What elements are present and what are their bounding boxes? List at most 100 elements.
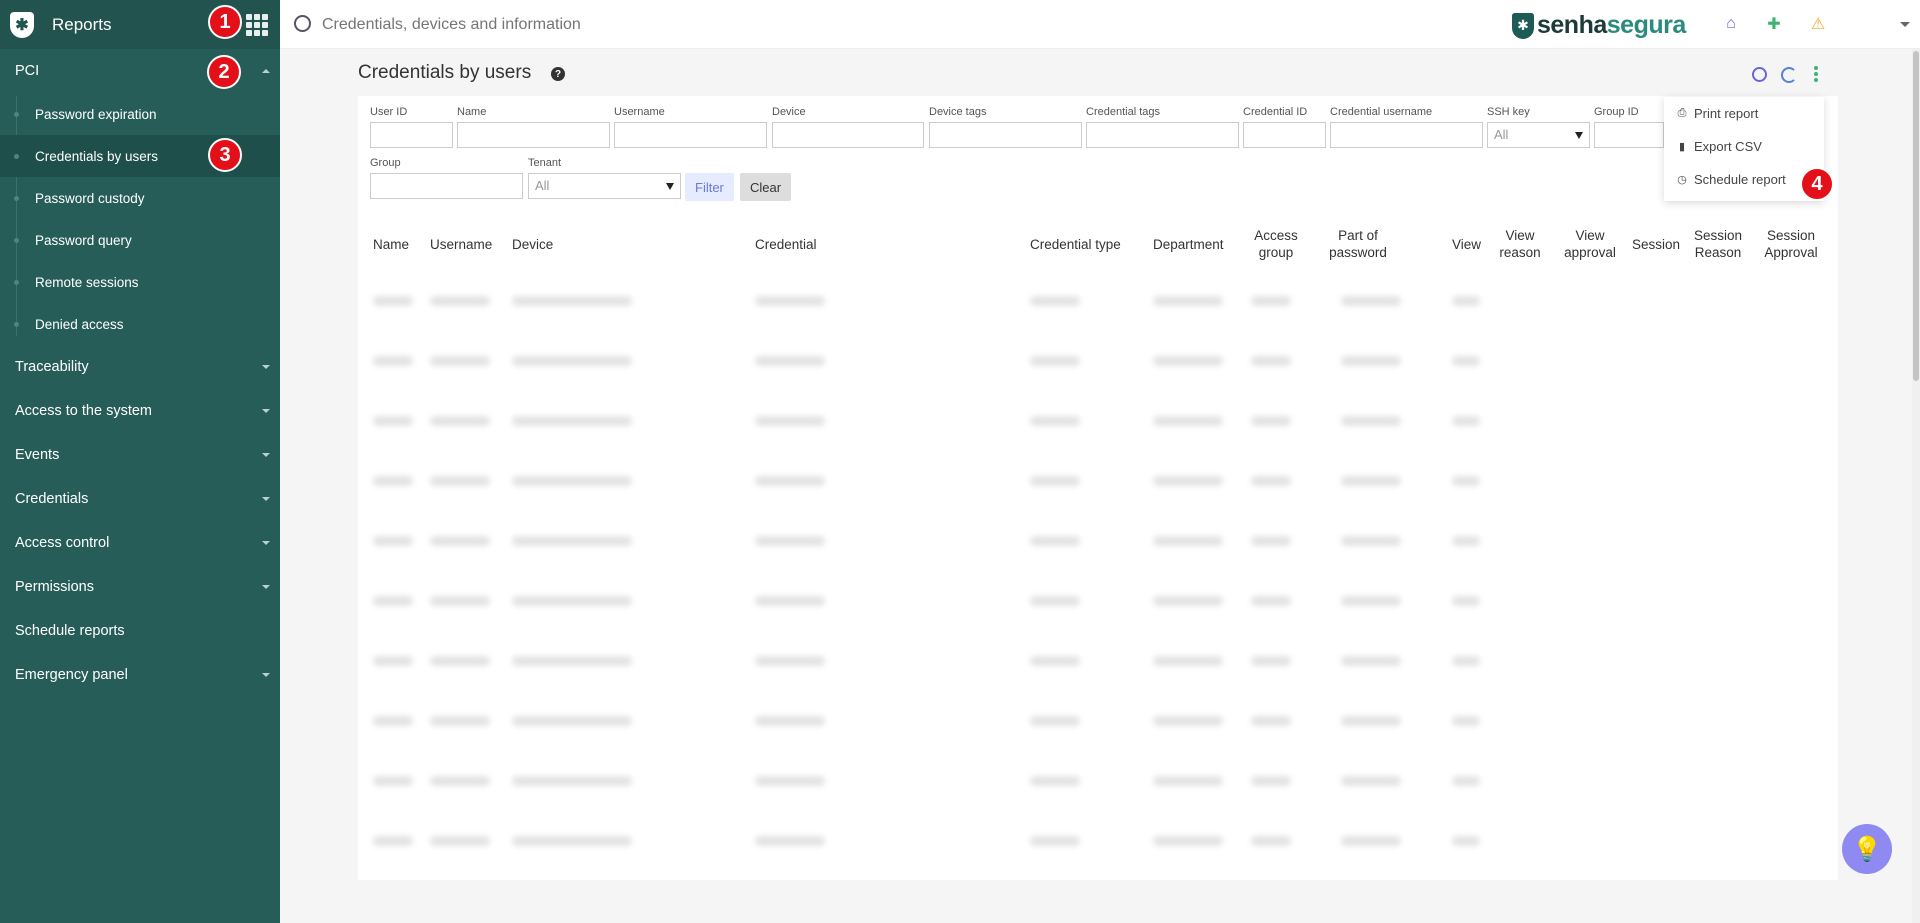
menu-item-label: Schedule report bbox=[1694, 172, 1786, 187]
group-id-field[interactable] bbox=[1594, 122, 1664, 148]
column-header[interactable]: Credential bbox=[755, 220, 817, 270]
device-tags-field[interactable] bbox=[929, 122, 1082, 148]
sidebar-item-denied-access[interactable]: Denied access bbox=[0, 303, 280, 345]
column-header[interactable]: Department bbox=[1153, 220, 1224, 270]
table-row bbox=[358, 572, 1838, 632]
print-report-item[interactable]: ⎙ Print report bbox=[1664, 97, 1824, 130]
blurred-cell bbox=[373, 476, 413, 486]
column-header[interactable]: Part of password bbox=[1321, 220, 1395, 270]
blurred-cell bbox=[1153, 476, 1223, 486]
blurred-cell bbox=[1452, 596, 1480, 606]
blurred-cell bbox=[1251, 356, 1291, 366]
blurred-cell bbox=[1153, 716, 1223, 726]
file-icon: ▮ bbox=[1678, 141, 1686, 153]
blurred-cell bbox=[755, 476, 825, 486]
lightbulb-help-icon[interactable]: 💡 bbox=[1842, 824, 1892, 874]
column-header[interactable]: Session Approval bbox=[1758, 220, 1824, 270]
column-header[interactable]: View reason bbox=[1498, 220, 1542, 270]
blurred-cell bbox=[755, 776, 825, 786]
blurred-cell bbox=[1251, 596, 1291, 606]
sidebar-section-label: Credentials bbox=[15, 491, 89, 507]
filter-label: Credential tags bbox=[1086, 106, 1160, 118]
column-header[interactable]: Device bbox=[512, 220, 553, 270]
group-field[interactable] bbox=[370, 173, 523, 199]
credential-username-field[interactable] bbox=[1330, 122, 1483, 148]
column-header[interactable]: Credential type bbox=[1030, 220, 1121, 270]
search-icon[interactable] bbox=[1752, 67, 1767, 82]
blurred-cell bbox=[512, 536, 632, 546]
page-title: Credentials by users bbox=[358, 62, 532, 83]
column-header[interactable]: Name bbox=[373, 220, 409, 270]
device-field[interactable] bbox=[772, 122, 924, 148]
blurred-cell bbox=[430, 716, 490, 726]
column-header[interactable]: Access group bbox=[1251, 220, 1301, 270]
blurred-cell bbox=[430, 356, 490, 366]
column-header[interactable]: Session bbox=[1632, 220, 1680, 270]
step-marker: 2 bbox=[207, 55, 241, 89]
step-marker: 3 bbox=[208, 138, 242, 172]
sidebar-section-traceability[interactable]: Traceability bbox=[0, 345, 280, 389]
column-header[interactable]: View approval bbox=[1558, 220, 1622, 270]
sidebar-item-remote-sessions[interactable]: Remote sessions bbox=[0, 261, 280, 303]
sidebar-item-password-custody[interactable]: Password custody bbox=[0, 177, 280, 219]
filter-group: Group bbox=[370, 157, 523, 199]
name-field[interactable] bbox=[457, 122, 610, 148]
sidebar-item-password-query[interactable]: Password query bbox=[0, 219, 280, 261]
username-field[interactable] bbox=[614, 122, 767, 148]
sidebar-item-label: Credentials by users bbox=[35, 148, 159, 164]
clear-button[interactable]: Clear bbox=[740, 173, 792, 201]
sidebar-item-label: Password custody bbox=[35, 190, 145, 206]
search-input[interactable] bbox=[320, 10, 824, 40]
column-header[interactable]: Username bbox=[430, 220, 492, 270]
sidebar-item-password-expiration[interactable]: Password expiration bbox=[0, 93, 280, 135]
help-icon[interactable]: ? bbox=[551, 67, 565, 81]
user-id-field[interactable] bbox=[370, 122, 453, 148]
sidebar-section-access-to-system[interactable]: Access to the system bbox=[0, 389, 280, 433]
credential-id-field[interactable] bbox=[1243, 122, 1326, 148]
sidebar-section-credentials[interactable]: Credentials bbox=[0, 477, 280, 521]
home-icon[interactable]: ⌂ bbox=[1721, 14, 1741, 34]
blurred-cell bbox=[1030, 476, 1080, 486]
blurred-cell bbox=[430, 656, 490, 666]
chevron-down-icon bbox=[262, 453, 270, 457]
refresh-icon[interactable] bbox=[1781, 67, 1797, 83]
blurred-cell bbox=[512, 296, 632, 306]
blurred-cell bbox=[755, 536, 825, 546]
chevron-down-icon bbox=[262, 409, 270, 413]
more-options-icon[interactable] bbox=[1813, 66, 1819, 82]
blurred-cell bbox=[755, 416, 825, 426]
filter-label: Device tags bbox=[929, 106, 987, 118]
sidebar-section-access-control[interactable]: Access control bbox=[0, 521, 280, 565]
blurred-cell bbox=[1030, 536, 1080, 546]
blurred-cell bbox=[1341, 356, 1401, 366]
blurred-cell bbox=[512, 356, 632, 366]
filter-label: Credential ID bbox=[1243, 106, 1308, 118]
blurred-cell bbox=[755, 656, 825, 666]
ssh-key-select[interactable]: All bbox=[1487, 122, 1590, 148]
blurred-cell bbox=[1030, 716, 1080, 726]
sidebar-section-events[interactable]: Events bbox=[0, 433, 280, 477]
chevron-up-icon bbox=[262, 69, 270, 73]
search-icon bbox=[294, 15, 311, 32]
tenant-select[interactable]: All bbox=[528, 173, 681, 199]
export-csv-item[interactable]: ▮ Export CSV bbox=[1664, 130, 1824, 163]
filter-user-id: User ID bbox=[370, 106, 453, 148]
apps-grid-icon[interactable] bbox=[246, 14, 268, 36]
credential-tags-field[interactable] bbox=[1086, 122, 1239, 148]
warning-icon[interactable]: ⚠ bbox=[1808, 14, 1828, 34]
sidebar-section-permissions[interactable]: Permissions bbox=[0, 565, 280, 609]
add-document-icon[interactable]: ✚ bbox=[1764, 14, 1784, 34]
table-row bbox=[358, 692, 1838, 752]
sidebar-section-label: Traceability bbox=[15, 359, 89, 375]
menu-item-label: Print report bbox=[1694, 106, 1759, 121]
brand-name-part1: senha bbox=[1537, 11, 1607, 39]
blurred-cell bbox=[1341, 596, 1401, 606]
filter-button[interactable]: Filter bbox=[685, 173, 734, 201]
filter-device-tags: Device tags bbox=[929, 106, 1082, 148]
column-header[interactable]: Session Reason bbox=[1691, 220, 1745, 270]
scrollbar-thumb[interactable] bbox=[1913, 51, 1919, 381]
user-menu-chevron-icon[interactable] bbox=[1900, 22, 1910, 27]
column-header[interactable]: View bbox=[1452, 220, 1481, 270]
sidebar-section-emergency-panel[interactable]: Emergency panel bbox=[0, 653, 280, 697]
sidebar-section-schedule-reports[interactable]: Schedule reports bbox=[0, 609, 280, 653]
